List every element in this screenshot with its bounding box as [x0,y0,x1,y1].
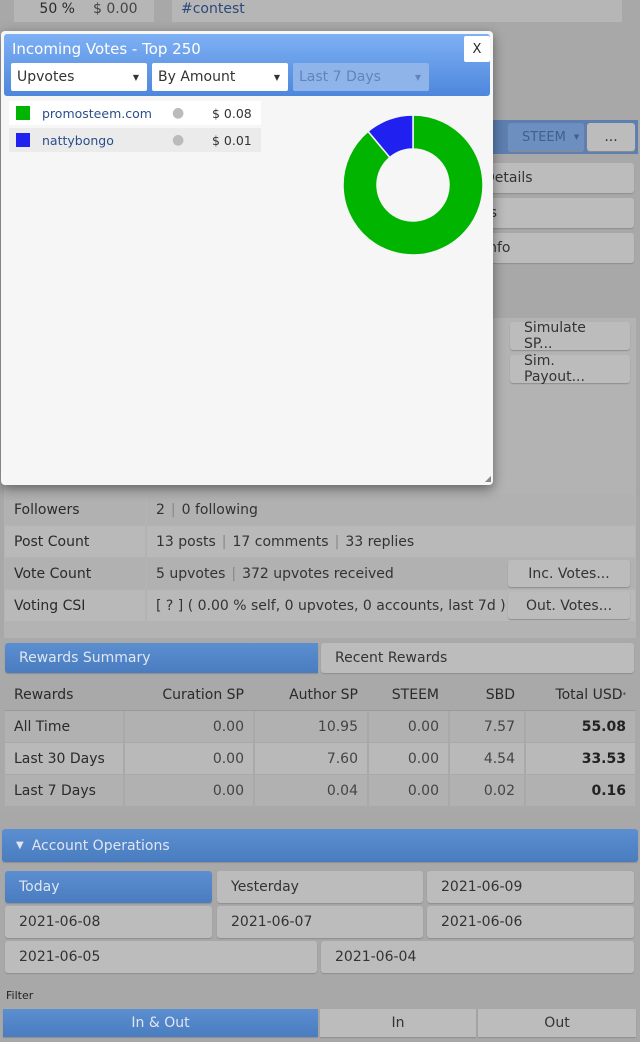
rewards-cell: 0.00 [125,775,253,806]
dialog-header[interactable]: Incoming Votes - Top 250 X Upvotes ▼ By A… [4,34,490,96]
voter-link[interactable]: nattybongo [42,133,172,148]
tab-rewards-summary[interactable]: Rewards Summary [5,643,318,673]
tag-link[interactable]: #contest [172,0,254,18]
rewards-header: Rewards [14,687,74,703]
rewards-header: Curation SP [162,687,244,703]
resize-handle[interactable]: ◢ [485,474,491,483]
incoming-votes-dialog: Incoming Votes - Top 250 X Upvotes ▼ By A… [1,31,493,485]
day-button[interactable]: 2021-06-04 [321,941,634,973]
rewards-cell: 0.00 [125,711,253,742]
stat-button[interactable]: Inc. Votes... [508,560,630,587]
votes-donut-chart [342,114,484,256]
day-button[interactable]: 2021-06-07 [217,906,423,938]
rewards-cell: 0.04 [255,775,367,806]
vote-amount: $ 0.01 [212,132,252,148]
rewards-cell: Last 7 Days [5,775,123,806]
rewards-cell: 33.53 [526,743,635,774]
color-swatch [16,133,30,147]
amount: $ 0.00 [93,1,138,17]
close-button[interactable]: X [464,36,490,62]
voter-link[interactable]: promosteem.com [42,106,172,121]
stat-label: Post Count [5,526,145,557]
account-operations-header[interactable]: ▼ Account Operations [2,829,638,862]
filter-out[interactable]: Out [478,1009,636,1037]
rewards-header: Author SP [289,687,358,703]
rewards-cell: 55.08 [526,711,635,742]
side-button[interactable]: rs [470,198,634,228]
filter-in-out[interactable]: In & Out [3,1009,318,1037]
rewards-header: SBD [485,687,515,703]
day-button[interactable]: Today [5,871,212,903]
triangle-down-icon: ▼ [16,840,24,851]
simulate-sp-button[interactable]: Simulate SP... [510,320,630,352]
details-button[interactable]: Details [470,163,634,193]
filter-label: Filter [6,989,34,1002]
rewards-cell: 10.95 [255,711,367,742]
stat-label: Vote Count [5,558,145,589]
stat-label: Voting CSI [5,590,145,621]
vote-amount: $ 0.08 [212,105,252,121]
rewards-cell: 0.00 [125,743,253,774]
rewards-cell: 0.02 [450,775,524,806]
rewards-cell: 0.16 [526,775,635,806]
day-button[interactable]: 2021-06-09 [427,871,634,903]
rewards-cell: 0.00 [369,743,448,774]
day-button[interactable]: 2021-06-08 [5,906,212,938]
rewards-cell: All Time [5,711,123,742]
vote-type-select[interactable]: Upvotes ▼ [11,63,147,91]
color-swatch [16,106,30,120]
stat-value: 13 posts | 17 comments | 33 replies [147,526,635,557]
day-button[interactable]: 2021-06-05 [5,941,317,973]
more-button[interactable]: ... [587,123,635,151]
stat-button[interactable]: Out. Votes... [508,592,630,619]
rewards-cell: 4.54 [450,743,524,774]
rewards-cell: 7.60 [255,743,367,774]
rewards-header: STEEM [391,687,439,703]
rewards-cell: Last 30 Days [5,743,123,774]
stat-value: 2 | 0 following [147,494,635,525]
period-select[interactable]: Last 7 Days ▼ [293,63,429,91]
rewards-cell: 0.00 [369,711,448,742]
voter-row: nattybongo ● $ 0.01 [9,128,261,152]
sim-payout-button[interactable]: Sim. Payout... [510,353,630,385]
rewards-cell: 7.57 [450,711,524,742]
currency-select[interactable]: STEEM ▼ [508,123,584,151]
user-icon[interactable]: ● [172,132,212,148]
day-button[interactable]: Yesterday [217,871,423,903]
day-button[interactable]: 2021-06-06 [427,906,634,938]
rewards-header: Total USD * [555,687,626,703]
user-icon[interactable]: ● [172,105,212,121]
voter-row: promosteem.com ● $ 0.08 [9,101,261,125]
info-button[interactable]: Info [470,233,634,263]
filter-in[interactable]: In [320,1009,476,1037]
tab-recent-rewards[interactable]: Recent Rewards [321,643,634,673]
rewards-cell: 0.00 [369,775,448,806]
percent: 50 % [39,1,75,17]
dialog-title: Incoming Votes - Top 250 [12,40,201,58]
stat-label: Followers [5,494,145,525]
sort-select[interactable]: By Amount ▼ [152,63,288,91]
